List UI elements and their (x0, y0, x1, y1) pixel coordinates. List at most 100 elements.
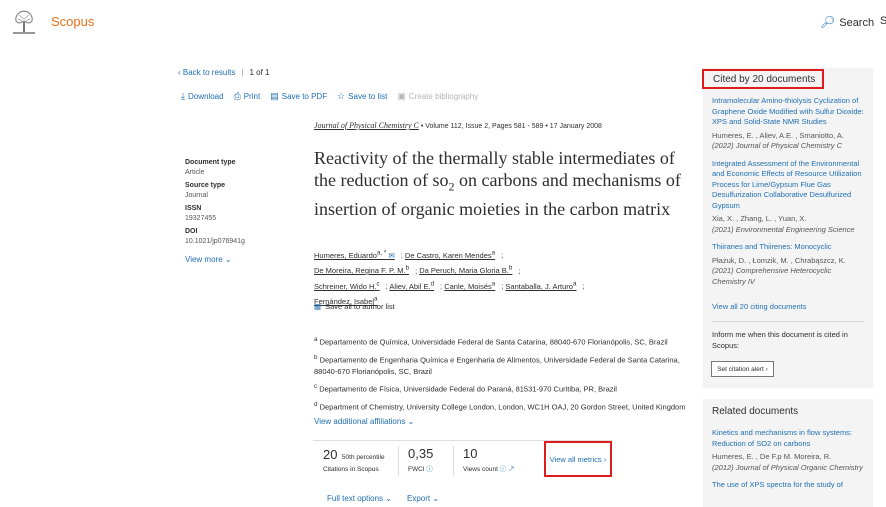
journal-details: • Volume 112, Issue 2, Pages 581 - 589 •… (420, 123, 602, 130)
citing-document-source: (2021) Environmental Engineering Science (712, 224, 855, 234)
author-link[interactable]: Aliev, Abil E.d (389, 280, 434, 291)
save-to-author-list-button[interactable]: ▦ Save all to author list (314, 302, 395, 311)
author-link[interactable]: De Castro, Karen Mendesa (405, 249, 495, 260)
fwci-label: FWCI (408, 466, 425, 473)
citing-document-title[interactable]: Integrated Assessment of the Environment… (712, 159, 864, 212)
doi-value: 10.1021/jp076941g (185, 238, 245, 245)
page-current: 1 (249, 68, 254, 77)
search-button[interactable]: 🔎︎ Search (820, 15, 874, 29)
related-document: Kinetics and mechanisms in flow systems:… (712, 428, 864, 473)
print-button[interactable]: ⎙ Print (234, 91, 261, 102)
view-more-link[interactable]: View more ⌄ (185, 255, 295, 264)
citations-label: Citations in Scopus (323, 466, 379, 473)
source-type-value: Journal (185, 192, 208, 199)
issn-label: ISSN (185, 205, 202, 212)
export-dropdown[interactable]: Export ⌄ (407, 494, 439, 503)
back-to-results-link[interactable]: ‹ Back to results (178, 68, 235, 77)
author-link[interactable]: Canle, Moisésa (444, 280, 495, 291)
journal-line: Journal of Physical Chemistry C • Volume… (314, 121, 602, 130)
download-icon: ⤓ (181, 91, 185, 101)
metric-divider (453, 446, 454, 476)
download-button[interactable]: ⤓ Download (181, 91, 224, 102)
citations-percentile: 50th percentile (341, 454, 385, 461)
save-pdf-button[interactable]: ▤ Save to PDF (270, 91, 327, 102)
source-type-label: Source type (185, 182, 226, 189)
info-icon[interactable]: ⓘ (426, 466, 433, 473)
external-link-icon[interactable]: ↗ (508, 466, 515, 473)
views-value: 10 (463, 446, 478, 461)
related-documents-header: Related documents (712, 406, 799, 417)
author-link[interactable]: Humeres, Eduardoa, * ✉ (314, 249, 395, 260)
pdf-icon: ▤ (270, 91, 279, 101)
related-document: The use of XPS spectra for the study of (712, 480, 864, 491)
chevron-down-icon: ⌄ (407, 417, 415, 426)
chevron-down-icon: ⌄ (432, 494, 440, 503)
citing-document-source: (2022) Journal of Physical Chemistry C (712, 141, 843, 150)
doc-type-value: Article (185, 169, 205, 176)
search-label: Search (839, 17, 875, 29)
affiliation-item: a Departamento de Química, Universidade … (314, 336, 668, 347)
citing-document-source: (2021) Comprehensive Heterocyclic Chemis… (712, 266, 832, 286)
search-icon: 🔎︎ (820, 15, 836, 29)
header-truncated-item[interactable]: S (880, 15, 886, 27)
related-document-title[interactable]: Kinetics and mechanisms in flow systems:… (712, 428, 864, 449)
metric-divider (398, 446, 399, 476)
citing-document: Thiiranes and Thiirenes: Monocyclic Płaż… (712, 242, 864, 287)
page-total: 1 (265, 68, 270, 77)
scopus-logo[interactable]: Scopus (51, 14, 94, 29)
related-documents-list: Kinetics and mechanisms in flow systems:… (712, 428, 864, 498)
citing-document-authors: Xia, X. , Zhang, L. , Yuan, X. (712, 214, 807, 223)
citation-alert-text: Inform me when this document is cited in… (712, 330, 848, 350)
cited-by-list: Intramolecular Amino-thiolysis Cyclizati… (712, 96, 864, 294)
chevron-down-icon: ⌄ (385, 494, 392, 503)
document-title: Reactivity of the thermally stable inter… (314, 148, 681, 219)
cited-by-header: Cited by 20 documents (702, 69, 824, 89)
author-link[interactable]: Da Peruch, Maria Gloria B.b (419, 265, 512, 276)
views-metric[interactable]: 10 Views count ⓘ ↗ (463, 446, 515, 473)
related-document-source: (2012) Journal of Physical Organic Chemi… (712, 462, 863, 472)
related-document-title[interactable]: The use of XPS spectra for the study of (712, 480, 864, 491)
affiliation-item: c Departamento de Física, Universidade F… (314, 383, 617, 394)
citations-metric[interactable]: 20 50th percentile Citations in Scopus (323, 446, 385, 473)
view-all-metrics-button[interactable]: View all metrics › (544, 441, 612, 477)
page-of: of (256, 68, 263, 77)
results-nav: ‹ Back to results | 1 of 1 (178, 68, 270, 77)
citing-document-authors: Humeres, E. , Aliev, A.E. , Smaniotto, A… (712, 130, 845, 140)
save-to-list-button[interactable]: ☆ Save to list (337, 91, 387, 102)
divider (712, 321, 864, 322)
author-link[interactable]: De Moreira, Regina F. P. M.b (314, 265, 409, 276)
views-label: Views count (463, 466, 498, 473)
citing-document-title[interactable]: Thiiranes and Thiirenes: Monocyclic (712, 242, 864, 253)
full-text-options-dropdown[interactable]: Full text options ⌄ (327, 494, 392, 503)
document-metadata: Document type Article Source type Journa… (185, 153, 295, 264)
author-list-icon: ▦ (314, 302, 322, 311)
view-all-citing-link[interactable]: View all 20 citing documents (712, 302, 807, 311)
chevron-right-icon: › (603, 454, 607, 464)
info-icon[interactable]: ⓘ (500, 466, 507, 473)
citing-document-authors: Płażuk, D. , Łomzik, M. , Chrabąszcz, K. (712, 255, 846, 265)
issn-value: 19327455 (185, 215, 217, 222)
fwci-metric[interactable]: 0,35 FWCI ⓘ (408, 446, 433, 473)
affiliations: a Departamento de Química, Universidade … (314, 334, 694, 416)
view-additional-affiliations-link[interactable]: View additional affiliations ⌄ (314, 417, 414, 426)
author-link[interactable]: Schreiner, Wido H.c (314, 280, 380, 291)
doi-label: DOI (185, 228, 198, 235)
doc-type-label: Document type (185, 159, 236, 166)
chevron-down-icon: ⌄ (224, 255, 232, 264)
citing-document: Intramolecular Amino-thiolysis Cyclizati… (712, 96, 864, 152)
star-icon: ☆ (337, 91, 346, 101)
citations-value: 20 (323, 447, 338, 462)
author-link[interactable]: Santaballa, J. Arturoa (505, 280, 576, 291)
affiliation-item: d Department of Chemistry, University Co… (314, 400, 686, 412)
bibliography-icon: ▣ (397, 91, 406, 101)
print-icon: ⎙ (233, 91, 241, 101)
set-citation-alert-button[interactable]: Set citation alert › (711, 361, 774, 377)
citing-document: Integrated Assessment of the Environment… (712, 159, 864, 236)
document-toolbar: ⤓ Download ⎙ Print ▤ Save to PDF ☆ Save to l… (181, 91, 478, 102)
elsevier-logo-icon (13, 10, 35, 34)
citing-document-title[interactable]: Intramolecular Amino-thiolysis Cyclizati… (712, 96, 864, 128)
create-bibliography-button[interactable]: ▣ Create bibliography (397, 91, 478, 102)
email-icon[interactable]: ✉ (388, 251, 394, 260)
fwci-value: 0,35 (408, 446, 434, 461)
journal-name-link[interactable]: Journal of Physical Chemistry C (314, 121, 419, 130)
